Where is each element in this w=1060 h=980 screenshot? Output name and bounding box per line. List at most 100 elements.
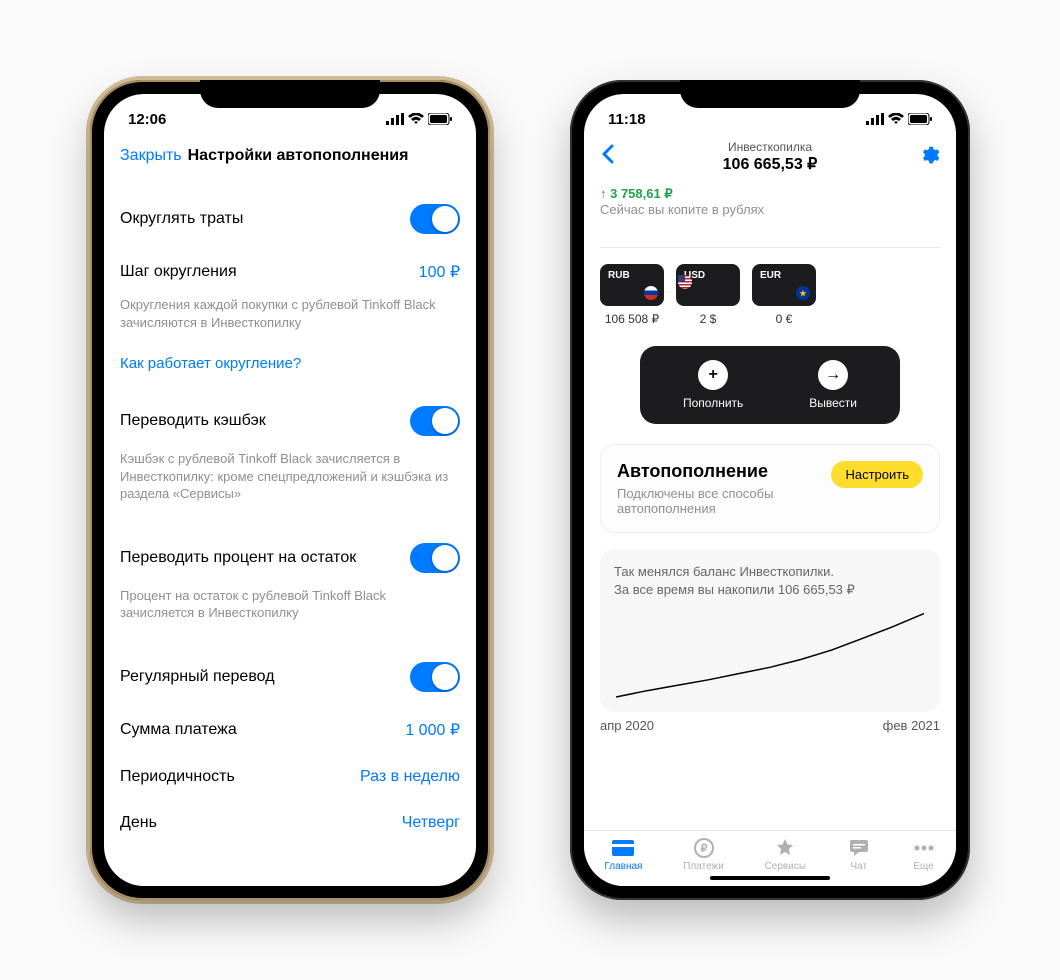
tab-label: Платежи xyxy=(683,861,724,872)
gain-subtitle: Сейчас вы копите в рублях xyxy=(600,202,940,217)
row-value: 100 ₽ xyxy=(419,262,460,282)
notch xyxy=(680,80,860,108)
notch xyxy=(200,80,380,108)
tab-more[interactable]: Еще xyxy=(912,837,936,872)
divider xyxy=(600,247,940,248)
row-value: 1 000 ₽ xyxy=(405,720,460,740)
settings-button[interactable] xyxy=(910,144,940,171)
configure-button[interactable]: Настроить xyxy=(831,461,923,488)
row-label: День xyxy=(120,814,157,832)
tab-label: Главная xyxy=(604,861,642,872)
row-regular-transfer: Регулярный перевод xyxy=(104,648,476,706)
arrow-right-icon: → xyxy=(818,360,848,390)
row-label: Сумма платежа xyxy=(120,721,237,739)
toggle-regular[interactable] xyxy=(410,662,460,692)
chart-text-line1: Так менялся баланс Инвесткопилки. xyxy=(614,563,926,581)
page-title: Настройки автопополнения xyxy=(188,147,409,165)
row-label: Периодичность xyxy=(120,768,235,786)
star-icon xyxy=(773,837,797,859)
currency-value-usd: 2 $ xyxy=(676,312,740,326)
gain-block: ↑ 3 758,61 ₽ Сейчас вы копите в рублях xyxy=(584,180,956,217)
main-content[interactable]: ↑ 3 758,61 ₽ Сейчас вы копите в рублях R… xyxy=(584,180,956,830)
row-day[interactable]: День Четверг xyxy=(104,800,476,846)
status-time: 11:18 xyxy=(608,111,646,128)
phone-piggybank: 11:18 Инвесткопилка 106 665,53 ₽ ↑ 3 758… xyxy=(570,80,970,900)
row-rounding-step[interactable]: Шаг округления 100 ₽ xyxy=(104,248,476,296)
flag-ru-icon xyxy=(644,286,658,300)
currency-card-rub[interactable]: RUB xyxy=(600,264,664,306)
chat-icon xyxy=(847,837,871,859)
settings-content[interactable]: Округлять траты Шаг округления 100 ₽ Окр… xyxy=(104,178,476,886)
battery-icon xyxy=(908,113,932,125)
screen-settings: 12:06 Закрыть Настройки автопополнения О… xyxy=(104,94,476,886)
desc-cashback: Кэшбэк с рублевой Tinkoff Black зачисляе… xyxy=(104,450,476,517)
currency-value-eur: 0 € xyxy=(752,312,816,326)
nav-title-block: Инвесткопилка 106 665,53 ₽ xyxy=(630,140,910,174)
chart-date-end: фев 2021 xyxy=(883,718,940,733)
close-button[interactable]: Закрыть xyxy=(120,147,182,165)
currency-card-usd[interactable]: USD xyxy=(676,264,740,306)
chart-text-line2: За все время вы накопили 106 665,53 ₽ xyxy=(614,581,926,599)
row-label: Шаг округления xyxy=(120,263,237,281)
toggle-interest[interactable] xyxy=(410,543,460,573)
home-indicator[interactable] xyxy=(710,876,830,880)
tab-payments[interactable]: ₽ Платежи xyxy=(683,837,724,872)
row-label: Регулярный перевод xyxy=(120,668,275,686)
action-label: Пополнить xyxy=(683,396,743,410)
balance-chart-card: Так менялся баланс Инвесткопилки. За все… xyxy=(600,549,940,712)
card-icon xyxy=(611,837,635,859)
gear-icon xyxy=(918,144,940,166)
wifi-icon xyxy=(408,113,424,125)
row-label: Переводить процент на остаток xyxy=(120,549,356,567)
tab-label: Чат xyxy=(851,861,868,872)
currency-cards: RUB USD EUR ★ xyxy=(584,264,956,306)
currency-card-eur[interactable]: EUR ★ xyxy=(752,264,816,306)
chevron-left-icon xyxy=(600,144,614,164)
row-periodicity[interactable]: Периодичность Раз в неделю xyxy=(104,754,476,800)
screen-piggybank: 11:18 Инвесткопилка 106 665,53 ₽ ↑ 3 758… xyxy=(584,94,956,886)
toggle-round[interactable] xyxy=(410,204,460,234)
toggle-cashback[interactable] xyxy=(410,406,460,436)
flag-us-icon xyxy=(678,275,692,289)
status-icons xyxy=(866,113,932,125)
row-value: Четверг xyxy=(402,814,460,832)
action-label: Вывести xyxy=(809,396,857,410)
back-button[interactable] xyxy=(600,143,630,171)
row-payment-sum[interactable]: Сумма платежа 1 000 ₽ xyxy=(104,706,476,754)
row-interest: Переводить процент на остаток xyxy=(104,529,476,587)
nav-header: Инвесткопилка 106 665,53 ₽ xyxy=(584,134,956,180)
card-title: Автопополнение xyxy=(617,461,819,482)
wifi-icon xyxy=(888,113,904,125)
nav-balance: 106 665,53 ₽ xyxy=(630,154,910,174)
signal-icon xyxy=(386,113,404,125)
nav-header: Закрыть Настройки автопополнения xyxy=(104,134,476,178)
action-pill: + Пополнить → Вывести xyxy=(640,346,900,424)
svg-text:₽: ₽ xyxy=(700,843,707,855)
balance-line-chart xyxy=(614,609,926,699)
chart-date-start: апр 2020 xyxy=(600,718,654,733)
tab-label: Еще xyxy=(913,861,933,872)
status-icons xyxy=(386,113,452,125)
nav-subtitle: Инвесткопилка xyxy=(630,140,910,154)
withdraw-button[interactable]: → Вывести xyxy=(809,360,857,410)
row-cashback: Переводить кэшбэк xyxy=(104,392,476,450)
deposit-button[interactable]: + Пополнить xyxy=(683,360,743,410)
row-value: Раз в неделю xyxy=(360,768,460,786)
tab-home[interactable]: Главная xyxy=(604,837,642,872)
tab-label: Сервисы xyxy=(765,861,806,872)
battery-icon xyxy=(428,113,452,125)
chart-dates: апр 2020 фев 2021 xyxy=(584,712,956,733)
phone-settings: 12:06 Закрыть Настройки автопополнения О… xyxy=(90,80,490,900)
link-how-rounding-works[interactable]: Как работает округление? xyxy=(104,345,476,392)
currency-code: EUR xyxy=(760,270,781,281)
currency-values: 106 508 ₽ 2 $ 0 € xyxy=(584,306,956,326)
tab-services[interactable]: Сервисы xyxy=(765,837,806,872)
signal-icon xyxy=(866,113,884,125)
tab-chat[interactable]: Чат xyxy=(847,837,871,872)
row-round-spending: Округлять траты xyxy=(104,190,476,248)
currency-code: RUB xyxy=(608,270,630,281)
row-label: Округлять траты xyxy=(120,210,243,228)
more-icon xyxy=(912,837,936,859)
flag-eu-icon: ★ xyxy=(796,286,810,300)
ruble-icon: ₽ xyxy=(692,837,716,859)
